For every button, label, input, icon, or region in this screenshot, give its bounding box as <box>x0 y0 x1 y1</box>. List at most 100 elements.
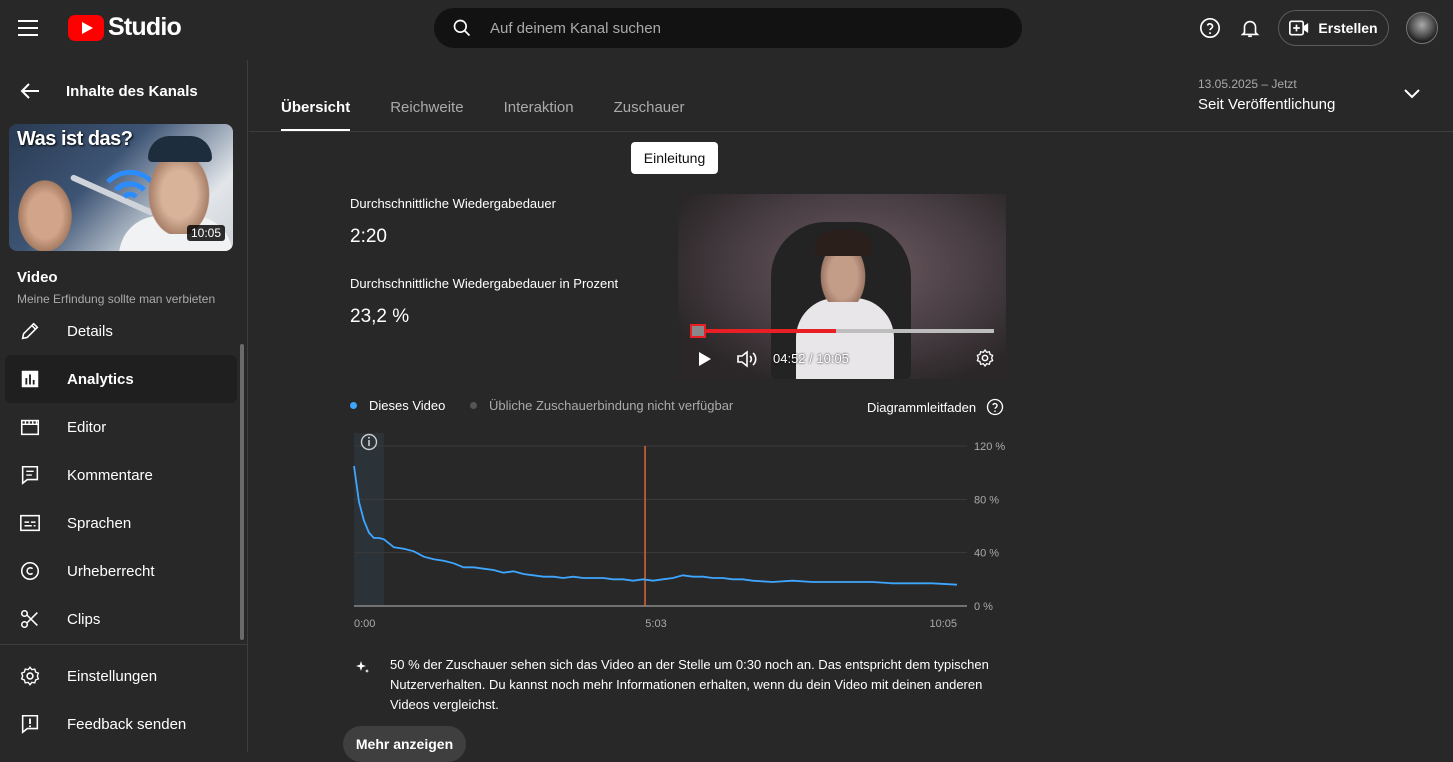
thumbnail-hand <box>15 176 75 251</box>
sidebar-item-label: Urheberrecht <box>67 562 155 580</box>
sidebar-bottom-nav: Einstellungen Feedback senden <box>5 652 237 748</box>
y-tick-label: 40 % <box>974 548 999 560</box>
chevron-down-icon <box>1404 89 1420 99</box>
sidebar-item-comments[interactable]: Kommentare <box>5 451 237 499</box>
sidebar-item-languages[interactable]: Sprachen <box>5 499 237 547</box>
thumbnail-title: Was ist das? <box>17 128 133 150</box>
play-icon[interactable] <box>698 351 712 367</box>
sidebar-item-editor[interactable]: Editor <box>5 403 237 451</box>
sidebar-nav: Details Analytics Editor Kommentare Spra… <box>5 307 237 643</box>
sidebar-item-settings[interactable]: Einstellungen <box>5 652 237 700</box>
logo-text: Studio <box>108 13 182 41</box>
sidebar-item-feedback[interactable]: Feedback senden <box>5 700 237 748</box>
gear-icon <box>20 666 40 686</box>
search-input[interactable] <box>490 19 990 37</box>
pencil-icon <box>21 322 39 340</box>
avg-percent-viewed-label: Durchschnittliche Wiedergabedauer in Pro… <box>350 276 619 291</box>
thumbnail-cap <box>148 136 212 162</box>
sidebar-item-label: Sprachen <box>67 514 132 532</box>
sparkle-icon <box>356 661 369 673</box>
sidebar-item-label: Feedback senden <box>67 715 187 733</box>
studio-logo[interactable]: Studio <box>68 13 182 42</box>
chart-guide-label: Diagrammleitfaden <box>867 399 977 415</box>
player-person-shirt <box>796 298 894 379</box>
player-progress-fill <box>690 329 836 333</box>
help-icon[interactable] <box>1198 16 1222 40</box>
avg-view-duration-value: 2:20 <box>350 226 387 247</box>
video-thumbnail[interactable]: Was ist das? 10:05 <box>9 124 233 251</box>
intro-tooltip[interactable]: Einleitung <box>631 142 718 174</box>
search-icon <box>453 19 471 37</box>
video-player[interactable]: 04:52 / 10:05 <box>678 194 1006 379</box>
sidebar-item-analytics[interactable]: Analytics <box>5 355 237 403</box>
create-video-icon <box>1289 20 1309 36</box>
y-tick-label: 80 % <box>974 494 999 506</box>
retention-series-line <box>353 465 958 586</box>
tab-audience[interactable]: Zuschauer <box>614 86 685 131</box>
y-tick-label: 120 % <box>974 441 1005 453</box>
sidebar-item-label: Details <box>67 322 113 340</box>
sidebar-item-details[interactable]: Details <box>5 307 237 355</box>
date-range-dates: 13.05.2025 – Jetzt <box>1198 77 1297 91</box>
sidebar-divider <box>0 644 248 645</box>
copyright-icon <box>20 561 40 581</box>
menu-icon[interactable] <box>18 16 44 40</box>
legend-this-video: Dieses Video <box>350 398 445 413</box>
search-bar[interactable] <box>434 8 1022 48</box>
player-progress-handle[interactable] <box>690 324 706 338</box>
avg-view-duration-label: Durchschnittliche Wiedergabedauer <box>350 196 556 211</box>
x-tick-label: 5:03 <box>645 618 666 630</box>
player-person-hair <box>814 230 872 256</box>
legend-this-video-label: Dieses Video <box>369 398 446 413</box>
create-button[interactable]: Erstellen <box>1278 10 1389 46</box>
analytics-tabs: Übersicht Reichweite Interaktion Zuschau… <box>281 86 684 131</box>
sidebar-item-clips[interactable]: Clips <box>5 595 237 643</box>
video-label: Video <box>17 269 58 286</box>
subtitles-icon <box>20 514 40 532</box>
gear-icon[interactable] <box>975 348 995 368</box>
sidebar-item-label: Editor <box>67 418 107 436</box>
legend-typical-label: Übliche Zuschauerbindung nicht verfügbar <box>489 398 734 413</box>
scissors-icon <box>20 609 38 629</box>
top-bar: Studio Erstellen <box>0 0 1453 57</box>
sidebar-item-label: Kommentare <box>67 466 153 484</box>
sidebar-item-label: Analytics <box>67 370 134 388</box>
date-range-label: Seit Veröffentlichung <box>1198 96 1336 113</box>
bell-icon[interactable] <box>1238 16 1262 40</box>
retention-insight: 50 % der Zuschauer sehen sich das Video … <box>390 657 989 712</box>
tab-engagement[interactable]: Interaktion <box>504 86 574 131</box>
legend-typical: Übliche Zuschauerbindung nicht verfügbar <box>470 398 733 413</box>
retention-chart: 120 % 80 % 40 % 0 % 0:00 5:03 10:05 <box>353 433 1005 630</box>
tabs-divider <box>249 131 1453 132</box>
back-to-channel-content[interactable]: Inhalte des Kanals <box>20 82 198 100</box>
tab-reach[interactable]: Reichweite <box>390 86 463 131</box>
help-icon <box>986 398 1004 416</box>
arrow-left-icon <box>20 83 39 99</box>
youtube-logo-icon <box>68 14 104 41</box>
y-tick-label: 0 % <box>974 601 993 613</box>
sidebar-item-label: Clips <box>67 610 101 628</box>
clapper-icon <box>20 419 40 436</box>
sidebar-scrollbar[interactable] <box>240 344 244 640</box>
video-title: Meine Erfindung sollte man verbieten <box>17 292 216 306</box>
analytics-icon <box>21 370 39 388</box>
feedback-icon <box>21 714 39 734</box>
sidebar-item-copyright[interactable]: Urheberrecht <box>5 547 237 595</box>
chart-guide-button[interactable]: Diagrammleitfaden <box>867 398 1004 416</box>
sidebar: Inhalte des Kanals Was ist das? 10:05 Vi… <box>0 60 248 752</box>
tab-overview[interactable]: Übersicht <box>281 86 351 131</box>
back-label: Inhalte des Kanals <box>66 82 198 100</box>
x-tick-label: 10:05 <box>929 618 957 630</box>
volume-icon[interactable] <box>737 350 759 368</box>
player-progress-bar[interactable] <box>690 329 994 333</box>
x-tick-label: 0:00 <box>354 618 375 630</box>
intro-band <box>354 433 384 606</box>
legend-dot <box>350 402 357 409</box>
avatar[interactable] <box>1406 12 1438 44</box>
show-more-button[interactable]: Mehr anzeigen <box>343 726 466 762</box>
thumbnail-duration: 10:05 <box>186 225 225 241</box>
comment-icon <box>21 465 39 485</box>
player-time: 04:52 / 10:05 <box>773 351 849 366</box>
legend-dot <box>470 402 477 409</box>
date-range-selector[interactable]: 13.05.2025 – Jetzt Seit Veröffentlichung <box>1198 77 1428 117</box>
